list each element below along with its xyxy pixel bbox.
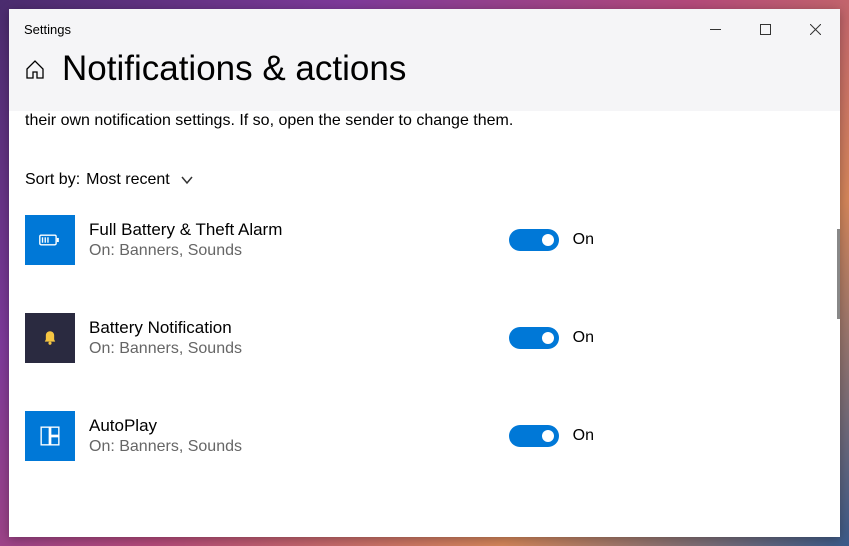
- app-name: Battery Notification: [89, 318, 495, 338]
- toggle-switch[interactable]: [509, 327, 559, 349]
- app-status: On: Banners, Sounds: [89, 340, 495, 358]
- app-row-autoplay[interactable]: AutoPlay On: Banners, Sounds On: [25, 411, 824, 461]
- app-status: On: Banners, Sounds: [89, 438, 495, 456]
- minimize-icon: [710, 24, 721, 35]
- toggle-wrap: On: [509, 229, 594, 251]
- page-header: Notifications & actions: [9, 49, 840, 111]
- app-row-full-battery[interactable]: Full Battery & Theft Alarm On: Banners, …: [25, 215, 824, 265]
- battery-icon: [25, 215, 75, 265]
- scrollbar-thumb[interactable]: [837, 229, 840, 319]
- bell-icon: [25, 313, 75, 363]
- toggle-label: On: [573, 231, 594, 249]
- intro-text: their own notification settings. If so, …: [25, 111, 555, 133]
- toggle-wrap: On: [509, 327, 594, 349]
- sort-row: Sort by: Most recent: [25, 171, 824, 189]
- page-title: Notifications & actions: [62, 49, 406, 89]
- app-name: Full Battery & Theft Alarm: [89, 220, 495, 240]
- app-info: AutoPlay On: Banners, Sounds: [89, 416, 495, 456]
- maximize-icon: [760, 24, 771, 35]
- app-info: Battery Notification On: Banners, Sounds: [89, 318, 495, 358]
- sort-label: Sort by:: [25, 171, 80, 189]
- app-list: Full Battery & Theft Alarm On: Banners, …: [25, 215, 824, 461]
- close-icon: [810, 24, 821, 35]
- chevron-down-icon: [180, 173, 194, 187]
- home-icon: [24, 58, 46, 80]
- app-info: Full Battery & Theft Alarm On: Banners, …: [89, 220, 495, 260]
- toggle-wrap: On: [509, 425, 594, 447]
- window-controls: [690, 9, 840, 49]
- sort-value: Most recent: [86, 171, 170, 189]
- autoplay-icon: [25, 411, 75, 461]
- window-title: Settings: [24, 22, 71, 37]
- toggle-label: On: [573, 329, 594, 347]
- toggle-switch[interactable]: [509, 229, 559, 251]
- app-status: On: Banners, Sounds: [89, 242, 495, 260]
- toggle-switch[interactable]: [509, 425, 559, 447]
- sort-dropdown[interactable]: Most recent: [86, 171, 194, 189]
- app-name: AutoPlay: [89, 416, 495, 436]
- maximize-button[interactable]: [740, 9, 790, 49]
- close-button[interactable]: [790, 9, 840, 49]
- app-row-battery-notification[interactable]: Battery Notification On: Banners, Sounds…: [25, 313, 824, 363]
- minimize-button[interactable]: [690, 9, 740, 49]
- home-button[interactable]: [24, 58, 46, 80]
- settings-window: Settings Notifications & actions their o…: [9, 9, 840, 537]
- toggle-label: On: [573, 427, 594, 445]
- title-bar: Settings: [9, 9, 840, 49]
- content-area: their own notification settings. If so, …: [9, 111, 840, 537]
